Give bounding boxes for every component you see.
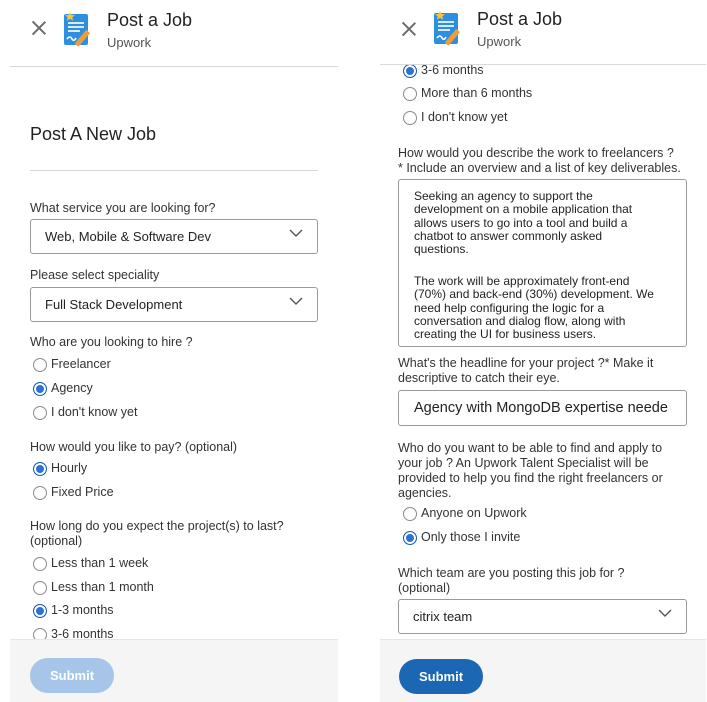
- close-icon[interactable]: [31, 20, 47, 36]
- team-select[interactable]: citrix team: [398, 599, 687, 634]
- visibility-label-line-3: provided to help you find the right free…: [398, 471, 663, 485]
- headline-label: What's the headline for your project ?* …: [398, 356, 654, 370]
- radio-button-selected[interactable]: [33, 462, 47, 476]
- service-label: What service you are looking for?: [30, 201, 216, 215]
- form-scroll-area[interactable]: Post A New Job What service you are look…: [10, 67, 338, 639]
- service-select-value: Web, Mobile & Software Dev: [45, 229, 211, 244]
- radio-button[interactable]: [403, 111, 417, 125]
- duration-label: How long do you expect the project(s) to…: [30, 519, 284, 533]
- post-job-screen-left: Post a Job Upwork Post A New Job What se…: [10, 0, 338, 702]
- radio-button[interactable]: [33, 486, 47, 500]
- describe-label: How would you describe the work to freel…: [398, 146, 674, 160]
- speciality-select[interactable]: Full Stack Development: [30, 287, 318, 322]
- describe-hint: * Include an overview and a list of key …: [398, 161, 681, 175]
- headline-input-value: Agency with MongoDB expertise neede: [414, 400, 668, 416]
- team-select-value: citrix team: [413, 609, 473, 624]
- chevron-down-icon: [289, 297, 303, 305]
- visibility-label-line-1: Who do you want to be able to find and a…: [398, 441, 663, 455]
- radio-button-selected[interactable]: [403, 531, 417, 545]
- radio-button[interactable]: [33, 628, 47, 639]
- radio-button[interactable]: [33, 557, 47, 571]
- pay-label: How would you like to pay? (optional): [30, 440, 238, 454]
- app-header: Post a Job Upwork: [380, 0, 706, 65]
- radio-button-selected[interactable]: [33, 382, 47, 396]
- description-paragraph-2: The work will be approximately front-end…: [414, 274, 654, 342]
- chevron-down-icon: [658, 609, 672, 617]
- footer-bar: Submit: [380, 639, 706, 702]
- radio-button-selected[interactable]: [403, 65, 417, 78]
- service-select[interactable]: Web, Mobile & Software Dev: [30, 219, 318, 254]
- speciality-label: Please select speciality: [30, 268, 160, 282]
- form-scroll-area[interactable]: 3-6 months More than 6 months I don't kn…: [380, 65, 706, 639]
- chevron-down-icon: [289, 229, 303, 237]
- header-title: Post a Job: [107, 10, 193, 30]
- header-subtitle: Upwork: [107, 35, 152, 50]
- speciality-select-value: Full Stack Development: [45, 297, 183, 312]
- headline-input[interactable]: Agency with MongoDB expertise neede: [398, 390, 687, 426]
- description-textarea[interactable]: Seeking an agency to support the develop…: [398, 179, 687, 347]
- close-icon[interactable]: [401, 21, 417, 37]
- header-subtitle: Upwork: [477, 34, 522, 49]
- hire-label: Who are you looking to hire ?: [30, 335, 193, 349]
- radio-button[interactable]: [403, 87, 417, 101]
- headline-hint: descriptive to catch their eye.: [398, 371, 560, 385]
- app-header: Post a Job Upwork: [10, 0, 338, 67]
- radio-button[interactable]: [33, 581, 47, 595]
- team-label: Which team are you posting this job for …: [398, 566, 625, 580]
- job-document-icon: [434, 11, 460, 46]
- visibility-label-line-2: your job ? An Upwork Talent Specialist w…: [398, 456, 649, 470]
- submit-button[interactable]: Submit: [399, 659, 483, 694]
- header-title: Post a Job: [477, 9, 563, 29]
- footer-bar: Submit: [10, 639, 338, 702]
- radio-button[interactable]: [33, 406, 47, 420]
- radio-button[interactable]: [403, 507, 417, 521]
- post-job-screen-right: Post a Job Upwork 3-6 months More than 6…: [380, 0, 706, 702]
- duration-label-optional: (optional): [30, 534, 83, 548]
- team-label-optional: (optional): [398, 581, 451, 595]
- description-paragraph-1: Seeking an agency to support the develop…: [414, 189, 633, 257]
- page-title: Post A New Job: [30, 124, 157, 144]
- job-document-icon: [64, 12, 90, 47]
- submit-button[interactable]: Submit: [30, 658, 114, 693]
- radio-button-selected[interactable]: [33, 604, 47, 618]
- visibility-label-line-4: agencies.: [398, 486, 452, 500]
- radio-button[interactable]: [33, 358, 47, 372]
- title-divider: [30, 170, 318, 171]
